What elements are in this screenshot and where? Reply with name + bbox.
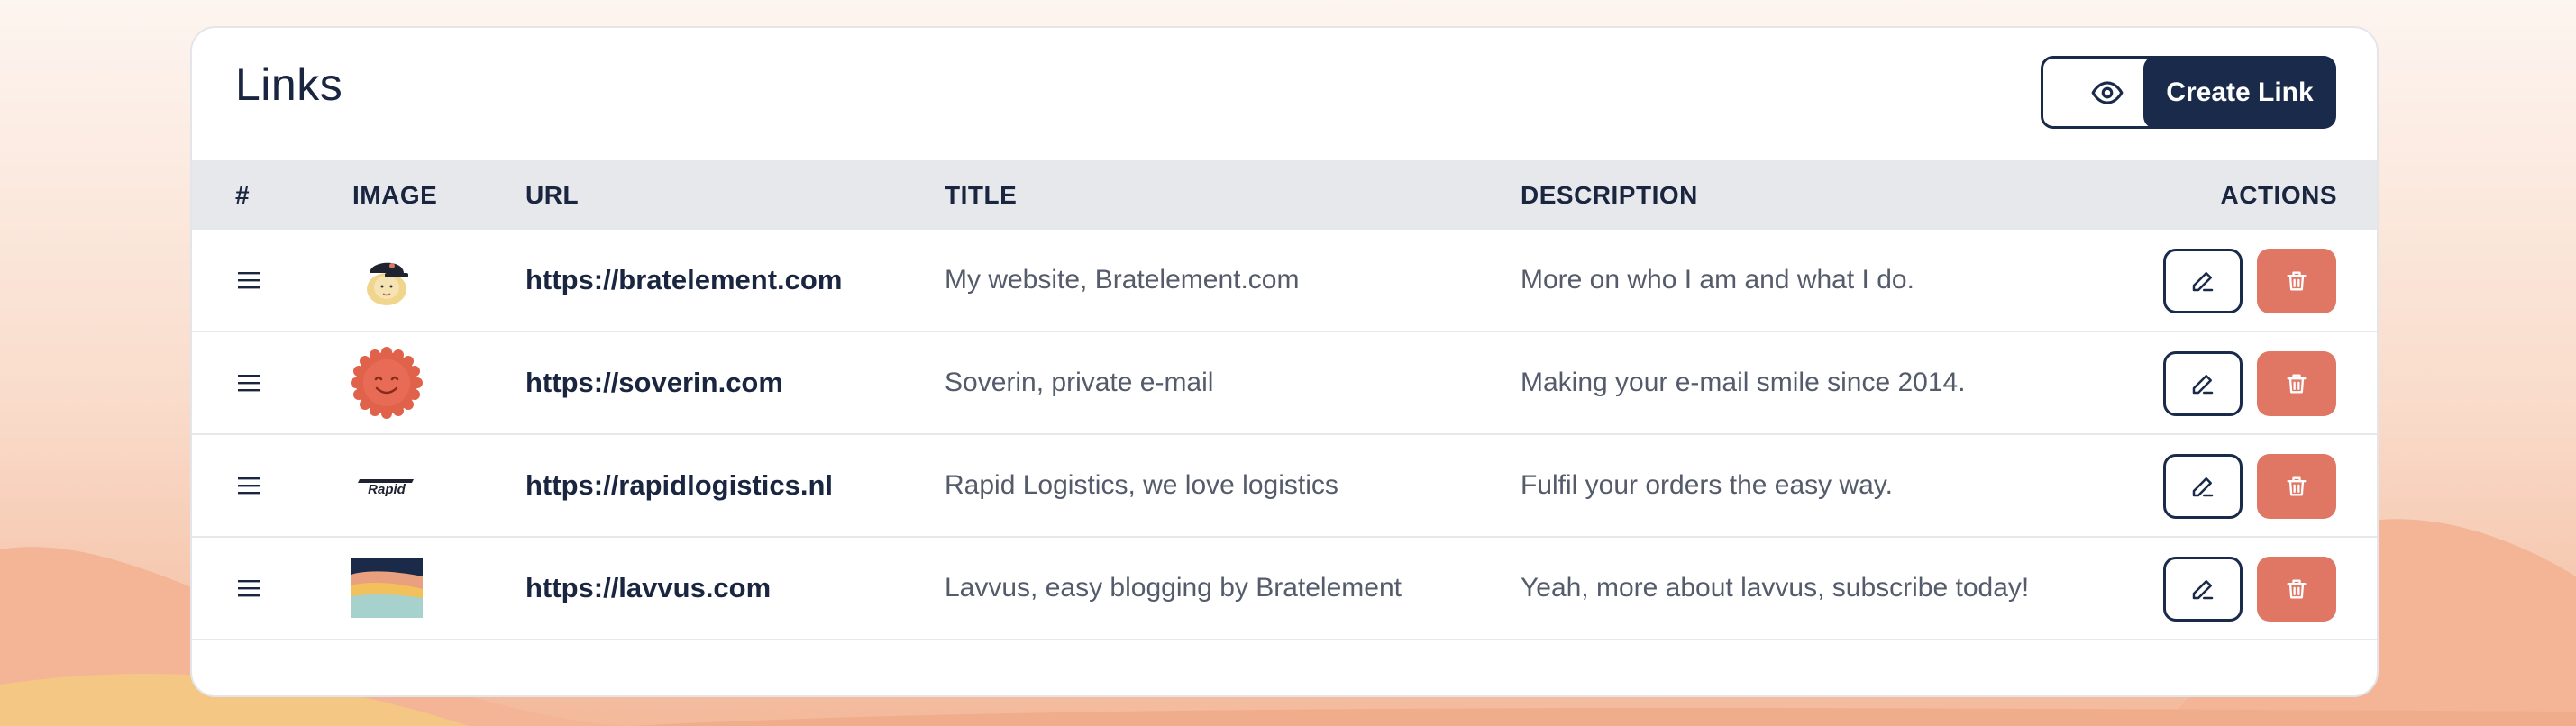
table-row: https://bratelement.com My website, Brat…: [192, 230, 2377, 332]
drag-handle-icon[interactable]: [235, 230, 262, 331]
table-header: # IMAGE URL TITLE DESCRIPTION ACTIONS: [192, 160, 2377, 230]
page-title: Links: [235, 59, 343, 110]
smiley-seal-icon: [351, 347, 423, 419]
trash-icon: [2287, 374, 2307, 394]
trash-icon: [2287, 271, 2307, 291]
link-title: Rapid Logistics, we love logistics: [945, 470, 1338, 500]
delete-button[interactable]: [2257, 557, 2336, 622]
table-row: https://soverin.com Soverin, private e-m…: [192, 332, 2377, 435]
edit-button[interactable]: [2163, 351, 2243, 416]
link-image: [351, 332, 423, 433]
edit-button[interactable]: [2163, 557, 2243, 622]
edit-button[interactable]: [2163, 454, 2243, 519]
pencil-icon: [2192, 375, 2214, 395]
header-url: URL: [525, 181, 580, 209]
table-row: https://lavvus.com Lavvus, easy blogging…: [192, 538, 2377, 640]
header-actions: ACTIONS: [2220, 181, 2337, 209]
eye-icon: [2091, 80, 2124, 104]
link-title: My website, Bratelement.com: [945, 265, 1300, 295]
delete-button[interactable]: [2257, 454, 2336, 519]
link-url[interactable]: https://bratelement.com: [525, 230, 842, 331]
link-url[interactable]: https://rapidlogistics.nl: [525, 435, 833, 536]
drag-handle-icon[interactable]: [235, 435, 262, 536]
pencil-icon: [2192, 272, 2214, 292]
link-description: Fulfil your orders the easy way.: [1521, 470, 1893, 500]
delete-button[interactable]: [2257, 351, 2336, 416]
trash-icon: [2287, 579, 2307, 599]
svg-text:Rapid: Rapid: [368, 482, 406, 497]
drag-handle-icon[interactable]: [235, 538, 262, 639]
delete-button[interactable]: [2257, 249, 2336, 313]
header-index: #: [235, 181, 251, 209]
header-image: IMAGE: [352, 181, 438, 209]
pencil-icon: [2192, 580, 2214, 600]
avatar-cap-icon: [367, 262, 408, 305]
header-title: TITLE: [945, 181, 1018, 209]
link-image: [351, 538, 423, 639]
edit-button[interactable]: [2163, 249, 2243, 313]
link-description: More on who I am and what I do.: [1521, 265, 1914, 295]
link-image: Rapid: [351, 435, 423, 536]
link-url[interactable]: https://soverin.com: [525, 332, 783, 433]
pencil-icon: [2192, 477, 2214, 497]
table-row: Rapid https://rapidlogistics.nl Rapid Lo…: [192, 435, 2377, 538]
landscape-stripes-icon: [351, 558, 423, 618]
link-description: Making your e-mail smile since 2014.: [1521, 368, 1966, 397]
rapid-logo-icon: Rapid: [358, 479, 414, 497]
link-url[interactable]: https://lavvus.com: [525, 538, 771, 639]
create-link-button[interactable]: Create Link: [2143, 56, 2336, 129]
link-description: Yeah, more about lavvus, subscribe today…: [1521, 573, 2030, 603]
link-title: Lavvus, easy blogging by Bratelement: [945, 573, 1402, 603]
link-image: [351, 230, 423, 331]
header-description: DESCRIPTION: [1521, 181, 1698, 209]
drag-handle-icon[interactable]: [235, 332, 262, 433]
trash-icon: [2287, 476, 2307, 496]
links-card: Links Create Link # IMAGE URL TITLE DESC…: [190, 26, 2379, 697]
link-title: Soverin, private e-mail: [945, 368, 1214, 397]
